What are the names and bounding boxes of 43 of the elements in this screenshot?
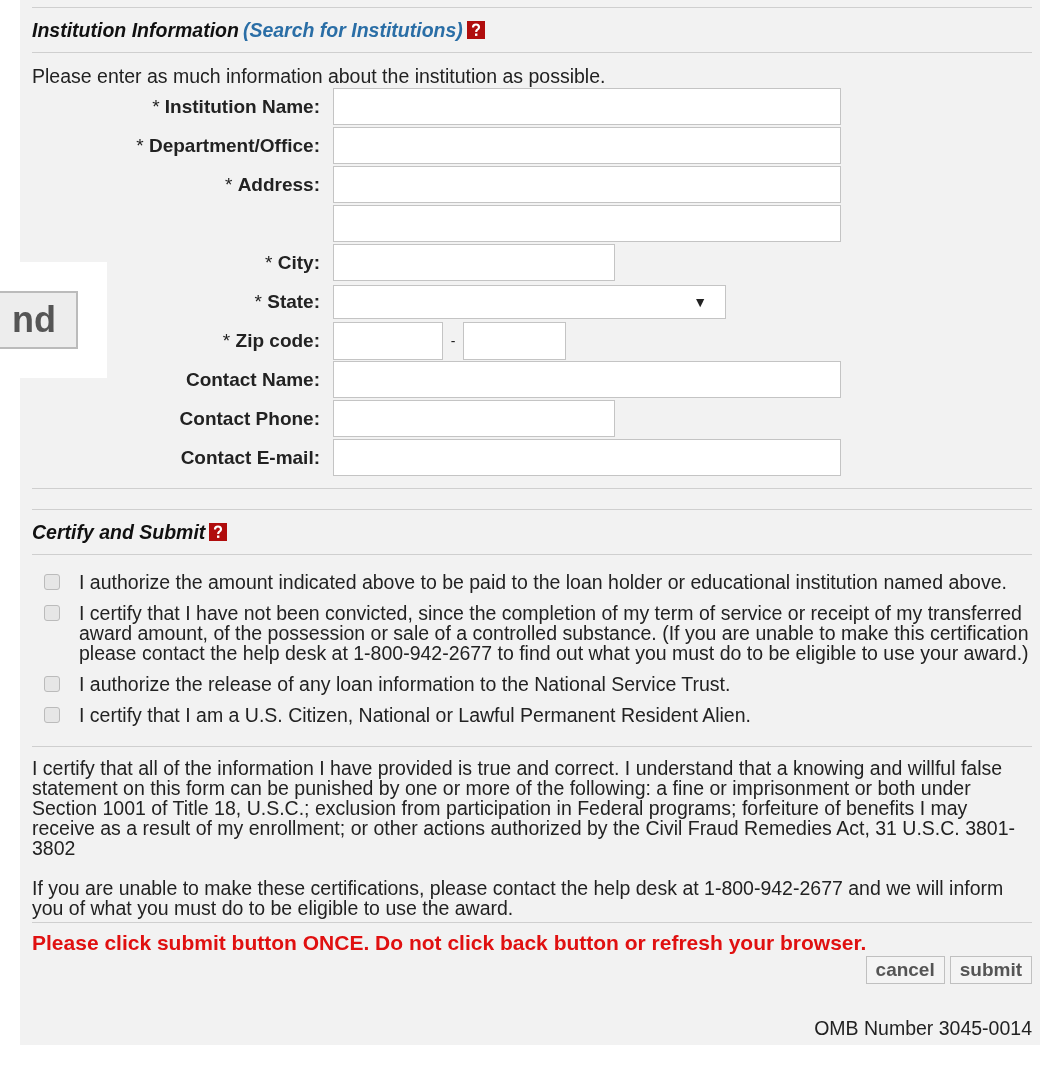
- field-label: * Address:: [224, 173, 320, 195]
- statement-text: If you are unable to make these certifications, please contact the help desk at 1-800-942-2677 and we will inform you of what you must do to be eligible to use the award.: [32, 876, 1005, 921]
- input-field[interactable]: [333, 400, 615, 437]
- help-icon[interactable]: [466, 21, 485, 39]
- checkbox[interactable]: [44, 707, 60, 723]
- checkbox[interactable]: [44, 676, 60, 692]
- warning-text: Please click submit button ONCE. Do not click back button or refresh your browser.: [32, 930, 868, 955]
- form-button[interactable]: cancel: [865, 956, 945, 984]
- statement-text: I certify that all of the information I have provided is true and correct. I understand that a knowing and willful false statement on this form can be punished by one or more of the following: a fine or imprisonment or both under Section 1001 of Title 18, U.S.C.; exclusion from participation in Federal programs; forfeiture of benefits I may receive as a result of my enrollment; or other actions authorized by the Civil Fraud Remedies Act, 31 U.S.C. 3801-3802: [32, 756, 1017, 858]
- field-label: * Institution Name:: [152, 95, 320, 117]
- search-link[interactable]: (Search for Institutions): [242, 18, 463, 42]
- input-field[interactable]: [333, 88, 841, 125]
- field-label: Contact Phone:: [179, 407, 320, 429]
- input-field[interactable]: [333, 205, 841, 242]
- input-field[interactable]: [333, 244, 615, 281]
- field-label: * City:: [265, 251, 320, 273]
- intro-text: Please enter as much information about the institution as possible.: [32, 64, 607, 87]
- input-field[interactable]: [333, 166, 841, 203]
- input-field[interactable]: [333, 439, 841, 476]
- input-field[interactable]: [333, 361, 841, 398]
- field-label: * State:: [254, 290, 320, 312]
- input-field[interactable]: [463, 321, 566, 360]
- help-icon[interactable]: [209, 523, 228, 541]
- form-button[interactable]: submit: [949, 956, 1032, 984]
- checkbox-label: I certify that I am a U.S. Citizen, National or Lawful Permanent Resident Alien.: [79, 705, 751, 725]
- section-title: Certify and Submit: [32, 520, 206, 544]
- select-field[interactable]: ▼: [333, 284, 726, 319]
- field-label: * Department/Office:: [136, 134, 320, 156]
- input-field[interactable]: [333, 127, 841, 164]
- checkbox-label: I authorize the release of any loan information to the National Service Trust.: [79, 674, 731, 694]
- checkbox[interactable]: [44, 574, 60, 590]
- omb-number: OMB Number 3045-0014: [813, 1016, 1032, 1040]
- section-title: Institution Information: [32, 18, 239, 42]
- input-field[interactable]: [333, 321, 443, 360]
- checkbox-label: I certify that I have not been convicted, since the completion of my term of service or receipt of my transferred award amount, of the possession or sale of a controlled substance. (If you are unable to make this certification please contact the help desk at 1-800-942-2677 to find out what you must do to be eligible to use your award.): [79, 603, 1030, 663]
- separator-text: -: [449, 332, 457, 349]
- checkbox[interactable]: [44, 605, 60, 621]
- field-label: Contact Name:: [185, 368, 320, 390]
- field-label: Contact E-mail:: [180, 446, 320, 468]
- field-label: * Zip code:: [222, 329, 320, 351]
- dropdown-arrow-icon: ▼: [693, 293, 707, 310]
- button-fragment: nd: [0, 291, 78, 349]
- checkbox-label: I authorize the amount indicated above to be paid to the loan holder or educational institution named above.: [79, 572, 1007, 592]
